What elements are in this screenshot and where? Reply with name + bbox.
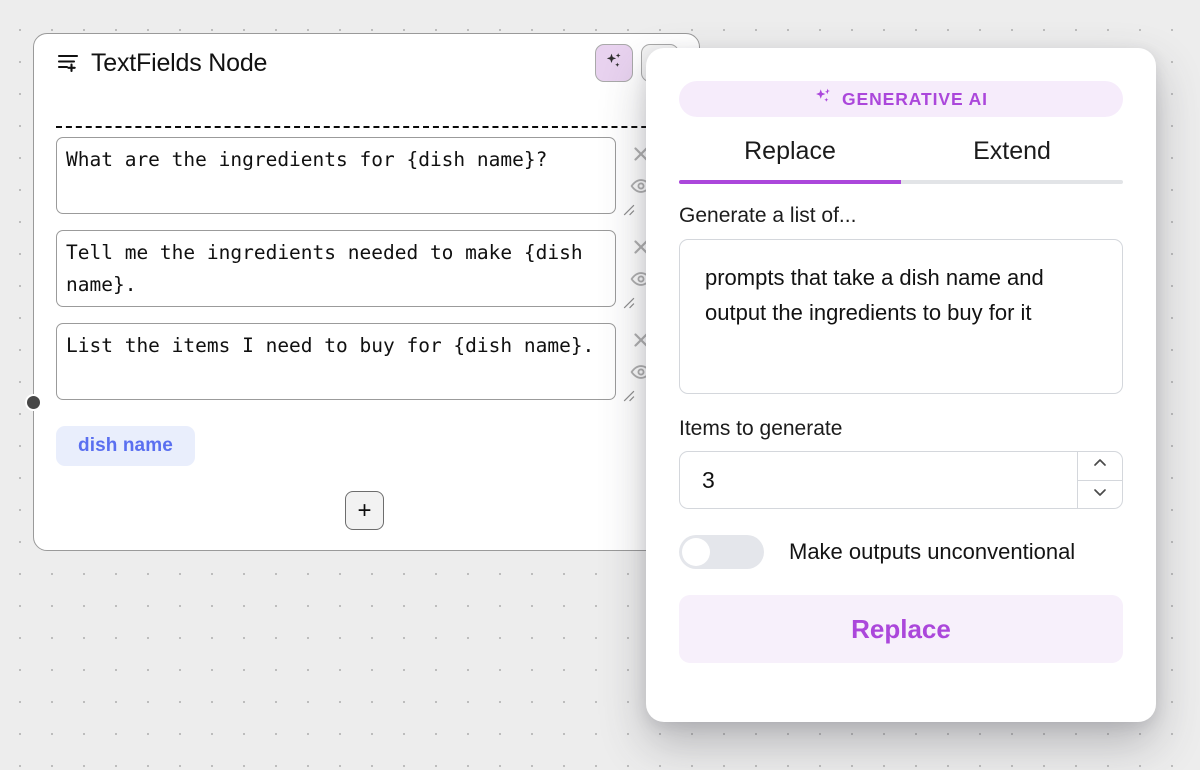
resize-grip-icon[interactable] [622, 296, 635, 309]
items-to-generate-input[interactable]: 3 [680, 452, 1077, 508]
variable-chip-row: dish name [34, 426, 699, 466]
text-field-row: What are the ingredients for {dish name}… [34, 137, 699, 216]
node-body: What are the ingredients for {dish name}… [34, 137, 699, 550]
tab-extend[interactable]: Extend [901, 137, 1123, 180]
prompt-label: Generate a list of... [679, 204, 857, 227]
tab-indicator-track [679, 180, 1123, 184]
generative-ai-badge-label: GENERATIVE AI [842, 88, 988, 109]
unconventional-toggle[interactable] [679, 535, 764, 569]
generative-ai-panel: GENERATIVE AI Replace Extend Generate a … [646, 48, 1156, 722]
stepper-increment-button[interactable] [1078, 452, 1122, 481]
chevron-up-icon [1092, 455, 1108, 476]
items-to-generate-label: Items to generate [679, 417, 843, 440]
resize-grip-icon[interactable] [622, 389, 635, 402]
text-field-input[interactable]: List the items I need to buy for {dish n… [56, 323, 616, 400]
node-input-handle[interactable] [25, 394, 42, 411]
unconventional-toggle-row: Make outputs unconventional [679, 535, 1123, 569]
text-field-input[interactable]: Tell me the ingredients needed to make {… [56, 230, 616, 307]
node-header: TextFields Node [34, 34, 699, 92]
resize-grip-icon[interactable] [622, 203, 635, 216]
unconventional-toggle-label: Make outputs unconventional [789, 539, 1076, 564]
stepper-decrement-button[interactable] [1078, 481, 1122, 509]
text-field-row: List the items I need to buy for {dish n… [34, 323, 699, 402]
node-title-group: TextFields Node [56, 49, 595, 78]
prompt-input[interactable]: prompts that take a dish name and output… [679, 239, 1123, 394]
text-field-row: Tell me the ingredients needed to make {… [34, 230, 699, 309]
panel-tabs: Replace Extend [679, 137, 1123, 180]
sparkle-icon [814, 87, 833, 111]
text-field-input[interactable]: What are the ingredients for {dish name}… [56, 137, 616, 214]
list-plus-icon [56, 51, 80, 75]
replace-submit-button[interactable]: Replace [679, 595, 1123, 663]
textfields-node[interactable]: TextFields Node What are the ingredients… [25, 33, 700, 551]
stepper-buttons [1077, 452, 1122, 508]
tab-active-indicator [679, 180, 901, 184]
items-to-generate-stepper[interactable]: 3 [679, 451, 1123, 509]
generative-ai-toggle-button[interactable] [595, 44, 633, 82]
node-title: TextFields Node [91, 48, 268, 77]
chevron-down-icon [1092, 484, 1108, 505]
variable-chip[interactable]: dish name [56, 426, 195, 466]
node-divider [56, 126, 677, 128]
tab-replace[interactable]: Replace [679, 137, 901, 180]
toggle-knob [682, 538, 710, 566]
generative-ai-badge: GENERATIVE AI [679, 81, 1123, 117]
add-field-button[interactable]: + [345, 491, 384, 530]
sparkle-icon [604, 51, 624, 76]
